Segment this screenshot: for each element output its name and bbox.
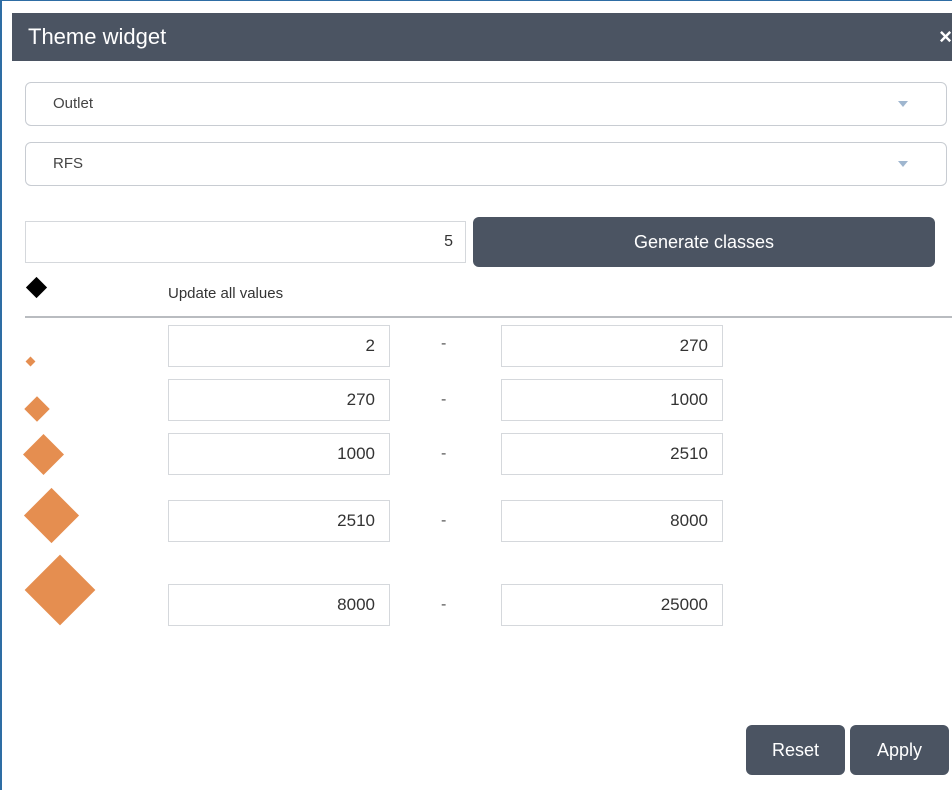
divider bbox=[25, 316, 952, 318]
theme-widget-panel: Theme widget × Outlet RFS 5 Generate cla… bbox=[0, 0, 952, 790]
layer-select[interactable]: Outlet bbox=[25, 82, 947, 126]
range-separator: - bbox=[441, 596, 447, 613]
reset-button[interactable]: Reset bbox=[746, 725, 845, 775]
titlebar: Theme widget × bbox=[12, 13, 952, 61]
class-min-input[interactable]: 1000 bbox=[168, 433, 390, 475]
class-min-input[interactable]: 2510 bbox=[168, 500, 390, 542]
layer-select-value: Outlet bbox=[53, 95, 94, 112]
range-separator: - bbox=[441, 335, 447, 352]
class-min-input[interactable]: 270 bbox=[168, 379, 390, 421]
class-symbol-diamond-icon[interactable] bbox=[24, 554, 96, 626]
field-select-value: RFS bbox=[53, 155, 83, 172]
class-symbol-diamond-icon[interactable] bbox=[22, 433, 65, 476]
class-max-input[interactable]: 2510 bbox=[501, 433, 723, 475]
class-min-input[interactable]: 2 bbox=[168, 325, 390, 367]
class-max-input[interactable]: 8000 bbox=[501, 500, 723, 542]
range-separator: - bbox=[441, 512, 447, 529]
chevron-down-icon bbox=[898, 161, 908, 167]
class-max-input[interactable]: 270 bbox=[501, 325, 723, 367]
class-symbol-diamond-icon[interactable] bbox=[23, 487, 80, 544]
class-symbol-diamond-icon[interactable] bbox=[24, 396, 50, 422]
close-icon[interactable]: × bbox=[939, 13, 952, 61]
class-min-input[interactable]: 8000 bbox=[168, 584, 390, 626]
window-title: Theme widget bbox=[28, 24, 167, 49]
class-max-input[interactable]: 25000 bbox=[501, 584, 723, 626]
generate-classes-button[interactable]: Generate classes bbox=[473, 217, 935, 267]
range-separator: - bbox=[441, 445, 447, 462]
chevron-down-icon bbox=[898, 101, 908, 107]
field-select[interactable]: RFS bbox=[25, 142, 947, 186]
range-separator: - bbox=[441, 391, 447, 408]
class-count-input[interactable]: 5 bbox=[25, 221, 466, 263]
symbol-header-diamond-icon[interactable] bbox=[25, 276, 48, 299]
update-all-values-label[interactable]: Update all values bbox=[168, 285, 283, 302]
class-max-input[interactable]: 1000 bbox=[501, 379, 723, 421]
apply-button[interactable]: Apply bbox=[850, 725, 949, 775]
class-symbol-diamond-icon[interactable] bbox=[25, 356, 36, 367]
